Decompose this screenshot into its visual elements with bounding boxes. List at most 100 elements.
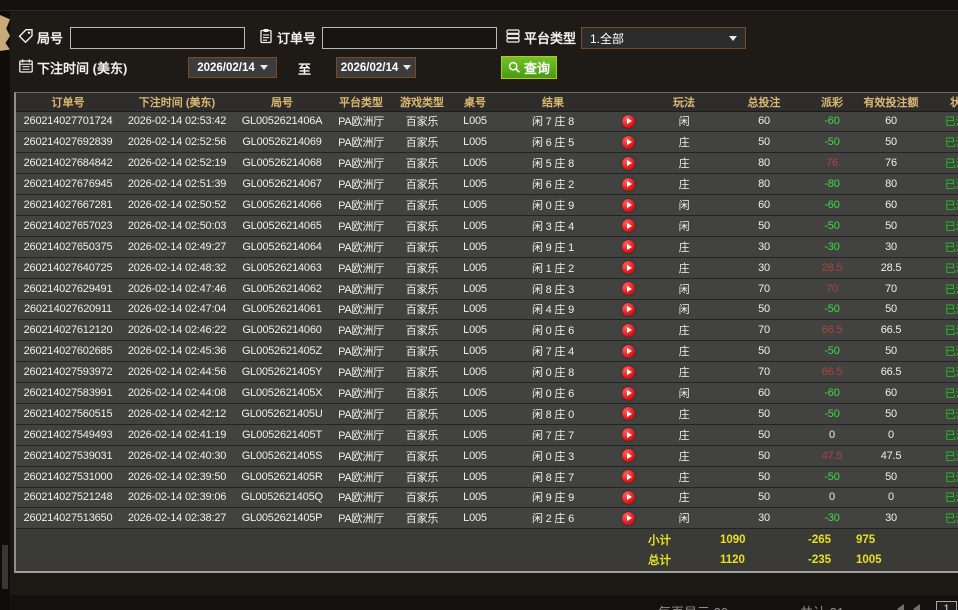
cell-result: 闲 1 庄 2 bbox=[498, 257, 608, 278]
cell-status: 已派彩 bbox=[926, 341, 958, 362]
play-icon[interactable] bbox=[622, 324, 635, 337]
table-row[interactable]: 260214027676945 2026-02-14 02:51:39 GL00… bbox=[16, 174, 958, 195]
col-status[interactable]: 状态 bbox=[926, 93, 958, 111]
platform-type-select[interactable]: 1.全部 bbox=[581, 27, 746, 49]
cell-game-type: 百家乐 bbox=[392, 487, 452, 508]
collapsed-side-panel[interactable] bbox=[0, 11, 10, 610]
col-platform[interactable]: 平台类型 bbox=[330, 93, 392, 111]
play-icon[interactable] bbox=[622, 303, 635, 316]
play-icon[interactable] bbox=[622, 387, 635, 400]
date-to-label: 至 bbox=[298, 59, 311, 78]
col-play-type[interactable]: 玩法 bbox=[648, 93, 720, 111]
play-icon[interactable] bbox=[622, 261, 635, 274]
col-game-no[interactable]: 局号 bbox=[234, 93, 330, 111]
cell-game-type: 百家乐 bbox=[392, 320, 452, 341]
cell-play-type: 闲 bbox=[648, 508, 720, 529]
col-game-type[interactable]: 游戏类型 bbox=[392, 93, 452, 111]
table-row[interactable]: 260214027640725 2026-02-14 02:48:32 GL00… bbox=[16, 257, 958, 278]
cell-payout: 66.5 bbox=[808, 320, 856, 341]
col-result[interactable]: 结果 bbox=[498, 93, 608, 111]
col-bet-time[interactable]: 下注时间 (美东) bbox=[120, 93, 234, 111]
query-button[interactable]: 查询 bbox=[501, 56, 557, 79]
play-icon[interactable] bbox=[622, 345, 635, 358]
table-row[interactable]: 260214027602685 2026-02-14 02:45:36 GL00… bbox=[16, 341, 958, 362]
cell-game-type: 百家乐 bbox=[392, 362, 452, 383]
table-row[interactable]: 260214027531000 2026-02-14 02:39:50 GL00… bbox=[16, 466, 958, 487]
cell-play-type: 庄 bbox=[648, 153, 720, 174]
table-row[interactable]: 260214027612120 2026-02-14 02:46:22 GL00… bbox=[16, 320, 958, 341]
cell-status: 已派彩 bbox=[926, 236, 958, 257]
subtotal-label: 小计 bbox=[648, 529, 720, 550]
play-icon[interactable] bbox=[622, 512, 635, 525]
cell-status: 已派彩 bbox=[926, 174, 958, 195]
col-table-no[interactable]: 桌号 bbox=[452, 93, 498, 111]
play-icon[interactable] bbox=[622, 428, 635, 441]
table-row[interactable]: 260214027667281 2026-02-14 02:50:52 GL00… bbox=[16, 195, 958, 216]
cell-valid-bet: 50 bbox=[856, 215, 926, 236]
cell-game-no: GL0052621405T bbox=[234, 424, 330, 445]
play-icon[interactable] bbox=[622, 366, 635, 379]
play-icon[interactable] bbox=[622, 470, 635, 483]
play-icon[interactable] bbox=[622, 282, 635, 295]
table-row[interactable]: 260214027684842 2026-02-14 02:52:19 GL00… bbox=[16, 153, 958, 174]
game-no-input[interactable] bbox=[70, 27, 245, 49]
cell-platform: PA欧洲厅 bbox=[330, 341, 392, 362]
table-row[interactable]: 260214027657023 2026-02-14 02:50:03 GL00… bbox=[16, 215, 958, 236]
table-row[interactable]: 260214027701724 2026-02-14 02:53:42 GL00… bbox=[16, 111, 958, 132]
table-row[interactable]: 260214027521248 2026-02-14 02:39:06 GL00… bbox=[16, 487, 958, 508]
date-to-select[interactable]: 2026/02/14 bbox=[336, 57, 416, 78]
cell-bet-time: 2026-02-14 02:39:06 bbox=[120, 487, 234, 508]
play-icon[interactable] bbox=[622, 407, 635, 420]
play-icon[interactable] bbox=[622, 240, 635, 253]
play-icon[interactable] bbox=[622, 115, 635, 128]
col-valid-bet[interactable]: 有效投注额 bbox=[856, 93, 926, 111]
cell-bet-time: 2026-02-14 02:52:56 bbox=[120, 132, 234, 153]
page-size-text: 每页显示 20 bbox=[658, 602, 728, 610]
col-payout[interactable]: 派彩 bbox=[808, 93, 856, 111]
table-row[interactable]: 260214027629491 2026-02-14 02:47:46 GL00… bbox=[16, 278, 958, 299]
page-number-input[interactable]: 1 bbox=[936, 601, 957, 610]
cell-total-bet: 50 bbox=[720, 215, 808, 236]
play-icon[interactable] bbox=[622, 219, 635, 232]
cell-total-bet: 50 bbox=[720, 487, 808, 508]
play-icon[interactable] bbox=[622, 199, 635, 212]
table-row[interactable]: 260214027539031 2026-02-14 02:40:30 GL00… bbox=[16, 445, 958, 466]
prev-page-icon[interactable] bbox=[913, 604, 920, 610]
table-row[interactable]: 260214027513650 2026-02-14 02:38:27 GL00… bbox=[16, 508, 958, 529]
cell-result: 闲 2 庄 6 bbox=[498, 508, 608, 529]
cell-total-bet: 50 bbox=[720, 299, 808, 320]
table-row[interactable]: 260214027549493 2026-02-14 02:41:19 GL00… bbox=[16, 424, 958, 445]
cell-status: 已派彩 bbox=[926, 445, 958, 466]
order-no-label: 订单号 bbox=[277, 28, 316, 47]
cell-play-type: 庄 bbox=[648, 362, 720, 383]
cell-valid-bet: 0 bbox=[856, 487, 926, 508]
table-row[interactable]: 260214027593972 2026-02-14 02:44:56 GL00… bbox=[16, 362, 958, 383]
play-icon[interactable] bbox=[622, 491, 635, 504]
table-row[interactable]: 260214027560515 2026-02-14 02:42:12 GL00… bbox=[16, 403, 958, 424]
table-row[interactable]: 260214027620911 2026-02-14 02:47:04 GL00… bbox=[16, 299, 958, 320]
col-order[interactable]: 订单号 bbox=[16, 93, 120, 111]
cell-order-no: 260214027560515 bbox=[16, 403, 120, 424]
table-row[interactable]: 260214027583991 2026-02-14 02:44:08 GL00… bbox=[16, 383, 958, 404]
cell-total-bet: 80 bbox=[720, 174, 808, 195]
cell-platform: PA欧洲厅 bbox=[330, 278, 392, 299]
cell-play-type: 闲 bbox=[648, 111, 720, 132]
play-icon[interactable] bbox=[622, 178, 635, 191]
play-icon[interactable] bbox=[622, 449, 635, 462]
cell-game-type: 百家乐 bbox=[392, 153, 452, 174]
first-page-icon[interactable] bbox=[897, 604, 904, 610]
cell-total-bet: 30 bbox=[720, 508, 808, 529]
order-no-input[interactable] bbox=[322, 27, 497, 49]
date-from-select[interactable]: 2026/02/14 bbox=[188, 57, 277, 78]
table-row[interactable]: 260214027650375 2026-02-14 02:49:27 GL00… bbox=[16, 236, 958, 257]
cell-platform: PA欧洲厅 bbox=[330, 236, 392, 257]
col-total-bet[interactable]: 总投注 bbox=[720, 93, 808, 111]
table-row[interactable]: 260214027692839 2026-02-14 02:52:56 GL00… bbox=[16, 132, 958, 153]
cell-bet-time: 2026-02-14 02:40:30 bbox=[120, 445, 234, 466]
play-icon[interactable] bbox=[622, 136, 635, 149]
play-icon[interactable] bbox=[622, 157, 635, 170]
cell-game-no: GL0052621405X bbox=[234, 383, 330, 404]
cell-bet-time: 2026-02-14 02:39:50 bbox=[120, 466, 234, 487]
cell-valid-bet: 50 bbox=[856, 403, 926, 424]
cell-play-type: 庄 bbox=[648, 236, 720, 257]
